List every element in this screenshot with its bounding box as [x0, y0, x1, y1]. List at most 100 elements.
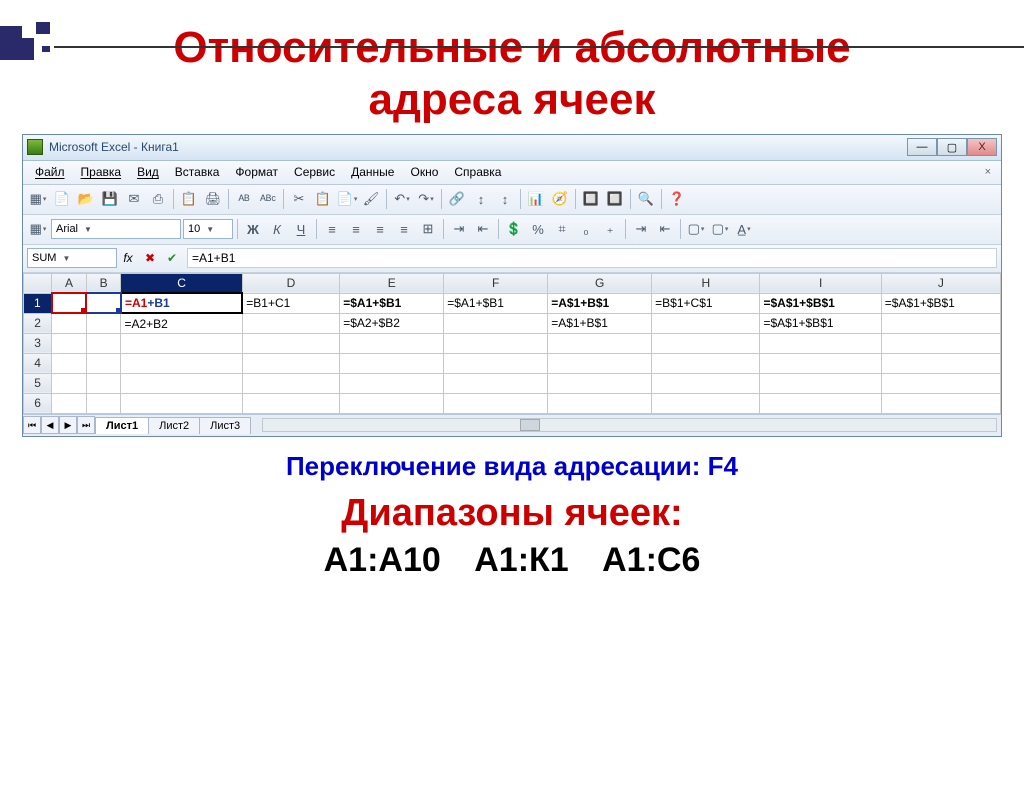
col-header-D[interactable]: D — [242, 273, 339, 293]
row-header-5[interactable]: 5 — [24, 373, 52, 393]
spreadsheet-grid[interactable]: A B C D E F G H I J 1 =A1+B1 =B1+C1 =$A1… — [23, 273, 1001, 414]
cell-D1[interactable]: =B1+C1 — [242, 293, 339, 313]
new-button[interactable]: 📄 — [51, 188, 73, 210]
col-header-G[interactable]: G — [548, 273, 652, 293]
number-format-button[interactable]: ⌗ — [551, 218, 573, 240]
cell[interactable] — [652, 373, 760, 393]
formula-input[interactable]: =A1+B1 — [187, 248, 997, 268]
font-color-button[interactable]: A̲ — [733, 218, 755, 240]
menu-format[interactable]: Формат — [227, 163, 286, 181]
cell[interactable] — [52, 333, 87, 353]
close-document-button[interactable]: × — [979, 164, 997, 180]
help-button[interactable]: ❓ — [666, 188, 688, 210]
sheet-tab-1[interactable]: Лист1 — [95, 417, 149, 434]
font-combo[interactable]: Arial ▼ — [51, 219, 181, 239]
tab-nav-last[interactable]: ⏭ — [77, 416, 95, 434]
tab-nav-next[interactable]: ▶ — [59, 416, 77, 434]
email-button[interactable]: ✉ — [123, 188, 145, 210]
menu-insert[interactable]: Вставка — [167, 163, 228, 181]
increase-indent-button[interactable]: ⇤ — [654, 218, 676, 240]
cell[interactable] — [881, 373, 1000, 393]
row-header-1[interactable]: 1 — [24, 293, 52, 313]
cell[interactable] — [548, 353, 652, 373]
cell[interactable] — [548, 333, 652, 353]
cell[interactable] — [242, 333, 339, 353]
sort-asc-button[interactable]: ↕ — [470, 188, 492, 210]
name-box[interactable]: SUM ▼ — [27, 248, 117, 268]
cell[interactable] — [121, 393, 242, 413]
col-header-I[interactable]: I — [760, 273, 881, 293]
merge-cells-button[interactable]: ⊞ — [417, 218, 439, 240]
cell[interactable] — [548, 373, 652, 393]
cell[interactable] — [86, 353, 121, 373]
ltr-button[interactable]: ⇥ — [448, 218, 470, 240]
cell[interactable] — [242, 393, 339, 413]
datasources-button[interactable]: 🔲 — [604, 188, 626, 210]
cell-J2[interactable] — [881, 313, 1000, 333]
cell[interactable] — [444, 373, 548, 393]
menu-help[interactable]: Справка — [446, 163, 509, 181]
col-header-F[interactable]: F — [444, 273, 548, 293]
scrollbar-thumb[interactable] — [520, 419, 540, 431]
cell[interactable] — [86, 393, 121, 413]
col-header-J[interactable]: J — [881, 273, 1000, 293]
format-painter-button[interactable]: 🖌 — [360, 188, 382, 210]
accept-formula-button[interactable]: ✔ — [162, 248, 182, 268]
open-button[interactable]: 📂 — [75, 188, 97, 210]
col-header-H[interactable]: H — [652, 273, 760, 293]
menu-edit[interactable]: Правка — [73, 163, 130, 181]
cell[interactable] — [340, 373, 444, 393]
italic-button[interactable]: К — [266, 218, 288, 240]
cell[interactable] — [760, 393, 881, 413]
cell[interactable] — [121, 353, 242, 373]
row-header-2[interactable]: 2 — [24, 313, 52, 333]
cell[interactable] — [760, 353, 881, 373]
percent-button[interactable]: % — [527, 218, 549, 240]
paste-button[interactable]: 📄 — [336, 188, 358, 210]
align-left-button[interactable]: ≡ — [321, 218, 343, 240]
fx-button[interactable]: fx — [118, 248, 138, 268]
cell[interactable] — [86, 333, 121, 353]
export-pdf-button[interactable]: 📋 — [178, 188, 200, 210]
cell[interactable] — [652, 353, 760, 373]
cell[interactable] — [444, 353, 548, 373]
menu-tools[interactable]: Сервис — [286, 163, 343, 181]
cell[interactable] — [444, 333, 548, 353]
cell-I2[interactable]: =$A$1+$B$1 — [760, 313, 881, 333]
menu-file[interactable]: Файл — [27, 163, 73, 181]
cell[interactable] — [52, 353, 87, 373]
sheet-tab-3[interactable]: Лист3 — [199, 417, 251, 434]
cell[interactable] — [52, 393, 87, 413]
cell-C1[interactable]: =A1+B1 — [121, 293, 242, 313]
cell[interactable] — [340, 333, 444, 353]
col-header-B[interactable]: B — [86, 273, 121, 293]
sheet-tab-2[interactable]: Лист2 — [148, 417, 200, 434]
horizontal-scrollbar[interactable] — [262, 418, 997, 432]
tab-nav-prev[interactable]: ◀ — [41, 416, 59, 434]
cell-D2[interactable] — [242, 313, 339, 333]
align-center-button[interactable]: ≡ — [345, 218, 367, 240]
row-header-4[interactable]: 4 — [24, 353, 52, 373]
bold-button[interactable]: Ж — [242, 218, 264, 240]
cell[interactable] — [121, 373, 242, 393]
cell-E1[interactable]: =$A1+$B1 — [340, 293, 444, 313]
cell-G1[interactable]: =A$1+B$1 — [548, 293, 652, 313]
cell-H1[interactable]: =B$1+C$1 — [652, 293, 760, 313]
zoom-button[interactable]: 🔍 — [635, 188, 657, 210]
gallery-button[interactable]: 🔲 — [580, 188, 602, 210]
cell[interactable] — [760, 373, 881, 393]
remove-decimal-button[interactable]: ₀ — [575, 218, 597, 240]
underline-button[interactable]: Ч — [290, 218, 312, 240]
cell[interactable] — [652, 393, 760, 413]
cell[interactable] — [760, 333, 881, 353]
cell[interactable] — [242, 373, 339, 393]
row-header-3[interactable]: 3 — [24, 333, 52, 353]
save-button[interactable]: 💾 — [99, 188, 121, 210]
window-titlebar[interactable]: Microsoft Excel - Книга1 — ▢ X — [23, 135, 1001, 161]
cell[interactable] — [881, 353, 1000, 373]
add-decimal-button[interactable]: ₊ — [599, 218, 621, 240]
cell-H2[interactable] — [652, 313, 760, 333]
cell-A2[interactable] — [52, 313, 87, 333]
menu-data[interactable]: Данные — [343, 163, 402, 181]
col-header-E[interactable]: E — [340, 273, 444, 293]
